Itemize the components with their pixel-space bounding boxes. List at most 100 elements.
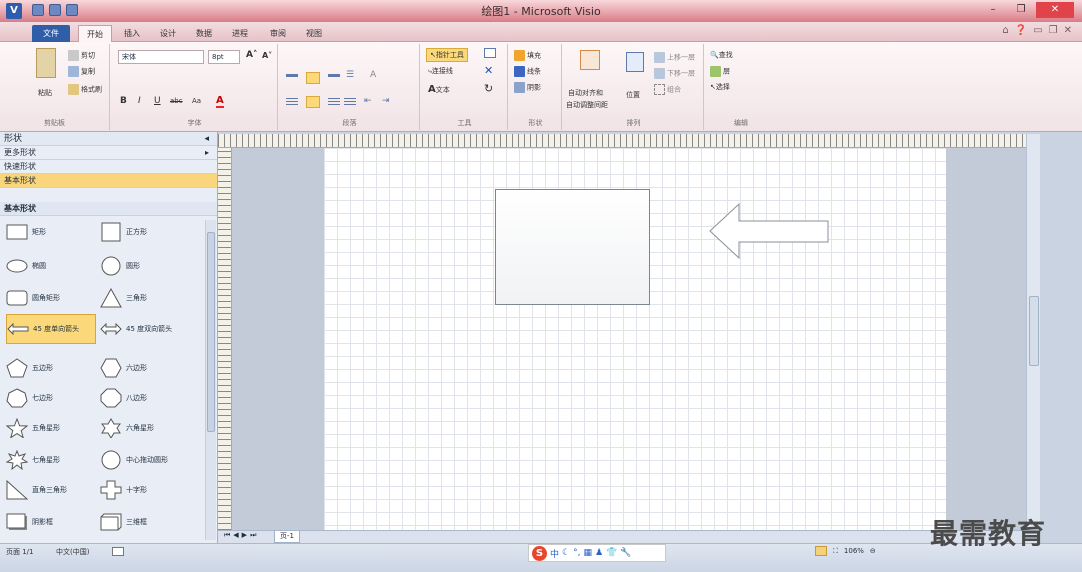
underline-button[interactable]: U	[154, 96, 161, 106]
canvas-vertical-scrollbar[interactable]	[1026, 134, 1040, 530]
maximize-button[interactable]: ❐	[1008, 2, 1034, 18]
shape-octagon[interactable]: 八边形	[100, 386, 190, 410]
shapes-scroll-thumb[interactable]	[207, 232, 215, 432]
shape-rounded-rectangle[interactable]: 圆角矩形	[6, 286, 96, 310]
font-name-select[interactable]: 宋体	[118, 50, 204, 64]
doc-restore-icon[interactable]: ❐	[1049, 25, 1058, 36]
bring-forward-button[interactable]: 上移一层	[654, 52, 695, 63]
close-button[interactable]: ✕	[1036, 2, 1074, 18]
ime-chinese-icon[interactable]: 中	[550, 547, 559, 560]
paste-button[interactable]: 粘贴	[38, 88, 52, 98]
grow-font-button[interactable]: A˄	[246, 50, 257, 60]
fit-page-icon[interactable]	[815, 546, 827, 556]
font-color-button[interactable]: A	[216, 95, 224, 108]
basic-shapes-stencil[interactable]: 基本形状	[0, 174, 217, 188]
ime-punct-icon[interactable]: °,	[573, 548, 580, 558]
center-text-button[interactable]	[306, 96, 320, 108]
fit-width-icon[interactable]: ⛶	[833, 547, 838, 556]
quick-shapes-item[interactable]: 快速形状	[0, 160, 217, 174]
font-size-select[interactable]: 8pt	[208, 50, 240, 64]
page-tab-1[interactable]: 页-1	[274, 531, 300, 543]
justify-icon[interactable]	[344, 98, 356, 106]
shape-five-star[interactable]: 五角星形	[6, 416, 96, 440]
shape-square[interactable]: 正方形	[100, 220, 190, 244]
shape-45-double-arrow[interactable]: 45 度双向箭头	[100, 314, 190, 344]
bullets-icon[interactable]: ☰	[346, 70, 354, 80]
paste-icon[interactable]	[36, 48, 56, 78]
tab-file[interactable]: 文件	[32, 25, 70, 42]
line-button[interactable]: 线条	[514, 66, 541, 77]
shape-ellipse[interactable]: 椭圆	[6, 254, 96, 278]
italic-button[interactable]: I	[138, 96, 141, 106]
align-top-icon[interactable]	[286, 74, 298, 77]
shape-heptagon[interactable]: 七边形	[6, 386, 96, 410]
shape-right-triangle[interactable]: 直角三角形	[6, 478, 96, 502]
rotate-icon[interactable]: ↻	[484, 82, 493, 95]
shape-3d-box[interactable]: 三维框	[100, 510, 190, 534]
bold-button[interactable]: B	[120, 96, 127, 106]
zoom-level[interactable]: 106%	[844, 547, 864, 555]
delete-x-icon[interactable]: ✕	[484, 64, 493, 77]
tab-insert[interactable]: 插入	[116, 25, 148, 42]
ime-moon-icon[interactable]: ☾	[562, 548, 570, 558]
cut-button[interactable]: 剪切	[68, 50, 95, 61]
pointer-tool-button[interactable]: ↖指针工具	[426, 48, 468, 62]
auto-spacing-button[interactable]: 自动调整间距	[566, 100, 608, 110]
sogou-icon[interactable]: S	[532, 545, 547, 561]
shape-rectangle[interactable]: 矩形	[6, 220, 96, 244]
shape-cross[interactable]: 十字形	[100, 478, 190, 502]
auto-align-button[interactable]: 自动对齐和	[568, 88, 603, 98]
shape-six-star[interactable]: 六角星形	[100, 416, 190, 440]
fill-button[interactable]: 填充	[514, 50, 541, 61]
align-right-icon[interactable]	[328, 98, 340, 106]
tab-review[interactable]: 审阅	[262, 25, 294, 42]
indent-increase-icon[interactable]: ⇥	[382, 96, 390, 106]
language-indicator[interactable]: 中文(中国)	[56, 547, 89, 557]
help-icon[interactable]: ❓	[1015, 25, 1027, 36]
layers-button[interactable]: 层	[710, 66, 730, 77]
send-backward-button[interactable]: 下移一层	[654, 68, 695, 79]
shrink-font-button[interactable]: A˅	[262, 51, 272, 60]
format-painter-button[interactable]: 格式刷	[68, 84, 102, 95]
zoom-out-icon[interactable]: ⊖	[870, 547, 876, 555]
tab-home[interactable]: 开始	[78, 25, 112, 42]
doc-close-icon[interactable]: ✕	[1064, 25, 1072, 36]
copy-button[interactable]: 复制	[68, 66, 95, 77]
doc-minimize-icon[interactable]: ▭	[1033, 25, 1042, 36]
page-indicator[interactable]: 页面 1/1	[6, 547, 34, 557]
ime-shirt-icon[interactable]: 👕	[606, 548, 617, 558]
collapse-panel-icon[interactable]: ◂	[204, 132, 209, 146]
shape-circle[interactable]: 圆形	[100, 254, 190, 278]
more-shapes-item[interactable]: 更多形状 ▸	[0, 146, 217, 160]
change-case-button[interactable]: Aa	[192, 97, 201, 105]
indent-decrease-icon[interactable]: ⇤	[364, 96, 372, 106]
align-left-icon[interactable]	[286, 98, 298, 106]
group-button[interactable]: 组合	[654, 84, 681, 95]
auto-align-icon[interactable]	[580, 50, 600, 70]
align-bottom-icon[interactable]	[328, 74, 340, 77]
align-center-button[interactable]	[306, 72, 320, 84]
tab-data[interactable]: 数据	[188, 25, 220, 42]
ribbon-collapse-icon[interactable]: ⌂	[1002, 25, 1008, 36]
minimize-button[interactable]: –	[980, 2, 1006, 18]
left-arrow-shape[interactable]	[708, 202, 832, 260]
shape-pentagon[interactable]: 五边形	[6, 356, 96, 380]
macro-icon[interactable]	[112, 547, 124, 556]
shapes-scrollbar[interactable]	[205, 220, 216, 540]
position-icon[interactable]	[626, 52, 644, 72]
position-button[interactable]: 位置	[626, 90, 640, 100]
ime-keyboard-icon[interactable]: ▦	[583, 548, 592, 558]
canvas-scroll-thumb[interactable]	[1029, 296, 1039, 366]
connector-button[interactable]: ⤷连接线	[428, 66, 453, 76]
tab-view[interactable]: 视图	[298, 25, 330, 42]
shape-seven-star[interactable]: 七角星形	[6, 448, 96, 472]
shape-hexagon[interactable]: 六边形	[100, 356, 190, 380]
shadow-button[interactable]: 阴影	[514, 82, 541, 93]
page-nav-icons[interactable]: ⏮◀▶⏭	[224, 531, 259, 540]
tab-process[interactable]: 进程	[224, 25, 256, 42]
tab-design[interactable]: 设计	[152, 25, 184, 42]
text-direction-icon[interactable]: A	[370, 70, 376, 80]
rectangle-tool-icon[interactable]	[484, 48, 496, 58]
select-button[interactable]: ↖选择	[710, 82, 730, 92]
ime-user-icon[interactable]: ♟	[595, 548, 603, 558]
